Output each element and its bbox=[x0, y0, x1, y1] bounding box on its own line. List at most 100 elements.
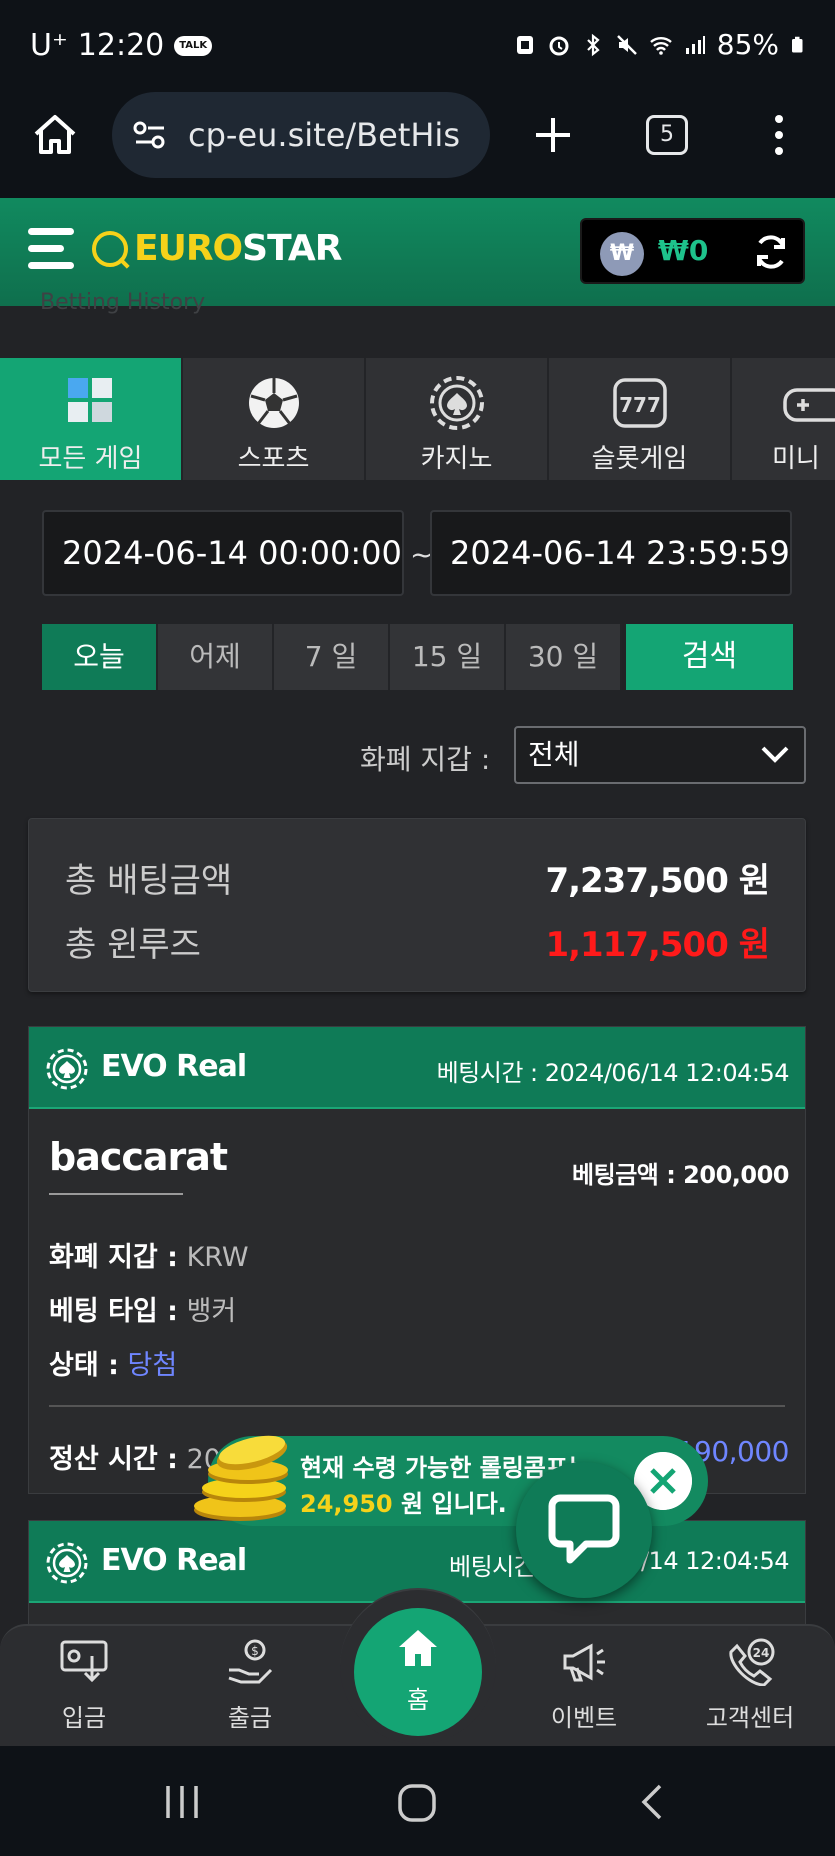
currency-select-value: 전체 bbox=[528, 738, 580, 771]
nav-label: 홈 bbox=[406, 1686, 430, 1714]
bet-type-row: 베팅 타입 : 뱅커 bbox=[49, 1289, 236, 1328]
nav-label: 이벤트 bbox=[550, 1704, 618, 1732]
new-tab-icon[interactable] bbox=[528, 110, 578, 160]
nav-events[interactable]: 이벤트 bbox=[524, 1626, 644, 1748]
range-15days-button[interactable]: 15 일 bbox=[390, 624, 506, 690]
system-home-icon[interactable] bbox=[396, 1782, 438, 1824]
tab-slots[interactable]: 777 슬롯게임 bbox=[549, 358, 732, 480]
range-7days-button[interactable]: 7 일 bbox=[274, 624, 390, 690]
cubes-icon bbox=[67, 378, 112, 422]
tab-mini[interactable]: 미니 bbox=[732, 358, 835, 480]
tab-label: 미니 bbox=[772, 444, 820, 474]
tab-all-games[interactable]: 모든 게임 bbox=[0, 358, 183, 480]
game-name: baccarat bbox=[49, 1135, 228, 1195]
range-30days-button[interactable]: 30 일 bbox=[506, 624, 622, 690]
currency-row: 화폐 지갑 : KRW bbox=[49, 1235, 249, 1274]
logo-mark-icon bbox=[92, 230, 128, 267]
casino-chip-icon bbox=[46, 1542, 88, 1584]
date-from-input[interactable]: 2024-06-14 00:00:00 bbox=[42, 510, 404, 596]
casino-chip-icon bbox=[429, 376, 484, 430]
toast-line2-suffix: 원 입니다. bbox=[400, 1490, 507, 1518]
talk-notification-icon: TALK bbox=[174, 35, 213, 56]
category-tabs: 모든 게임 스포츠 카지노 777 슬롯게임 미니 bbox=[0, 358, 835, 480]
svg-text:$: $ bbox=[251, 1644, 259, 1658]
nav-withdraw[interactable]: $ 출금 bbox=[190, 1626, 310, 1748]
search-button[interactable]: 검색 bbox=[626, 624, 793, 690]
bet-card[interactable]: EVO Real 베팅시간 : 2024/06/14 12:04:54 bacc… bbox=[28, 1026, 806, 1494]
refresh-icon[interactable] bbox=[751, 232, 791, 272]
chat-button[interactable] bbox=[516, 1462, 652, 1598]
menu-icon[interactable] bbox=[28, 228, 80, 276]
bet-type-label: 베팅 타입 : bbox=[49, 1296, 178, 1327]
won-currency-icon: ₩ bbox=[600, 232, 644, 276]
browser-toolbar: cp-eu.site/BetHis 5 bbox=[0, 92, 835, 198]
toast-line2: 24,950 원 입니다. bbox=[300, 1484, 507, 1519]
alarm-icon bbox=[549, 36, 569, 55]
system-nav-bar bbox=[0, 1746, 835, 1856]
back-icon[interactable] bbox=[634, 1782, 670, 1822]
status-row: 상태 : 당첨 bbox=[49, 1343, 177, 1382]
nav-support[interactable]: 24 고객센터 bbox=[690, 1626, 810, 1748]
range-yesterday-button[interactable]: 어제 bbox=[158, 624, 274, 690]
site-settings-icon[interactable] bbox=[132, 120, 168, 150]
nav-label: 고객센터 bbox=[705, 1704, 795, 1732]
wallet-balance-box: ₩ ₩0 bbox=[580, 218, 805, 284]
currency-filter-label: 화폐 지갑 : bbox=[360, 743, 491, 776]
home-icon bbox=[399, 1630, 437, 1666]
url-text: cp-eu.site/BetHis bbox=[188, 116, 460, 154]
site-logo[interactable]: EURO STAR bbox=[92, 228, 342, 269]
support-24-icon: 24 bbox=[729, 1638, 775, 1686]
battery-percent: 85% bbox=[716, 28, 779, 61]
recent-apps-icon[interactable] bbox=[162, 1782, 202, 1822]
toast-amount: 24,950 bbox=[300, 1490, 393, 1518]
currency-select[interactable]: 전체 bbox=[514, 726, 806, 784]
currency-row-value: KRW bbox=[186, 1242, 249, 1273]
total-winloss-label: 총 윈루즈 bbox=[65, 925, 201, 965]
more-menu-icon[interactable] bbox=[754, 110, 804, 160]
bet-amount: 베팅금액 : 200,000 bbox=[572, 1161, 789, 1189]
tab-label: 모든 게임 bbox=[38, 444, 143, 474]
total-bet-label: 총 배팅금액 bbox=[65, 861, 233, 901]
status-label: 상태 : bbox=[49, 1350, 119, 1381]
date-to-input[interactable]: 2024-06-14 23:59:59 bbox=[430, 510, 792, 596]
tab-switcher-button[interactable]: 5 bbox=[646, 115, 688, 155]
range-today-button[interactable]: 오늘 bbox=[42, 624, 158, 690]
chat-bubble-icon bbox=[548, 1494, 620, 1564]
status-icons: 85% bbox=[513, 28, 807, 61]
bluetooth-icon bbox=[586, 33, 600, 56]
nav-label: 출금 bbox=[227, 1704, 273, 1732]
bet-time: 베팅시간 : 2024/06/14 12:04:54 bbox=[436, 1059, 790, 1087]
tab-label: 슬롯게임 bbox=[591, 444, 688, 474]
tab-sports[interactable]: 스포츠 bbox=[183, 358, 366, 480]
card-divider bbox=[49, 1405, 785, 1407]
gold-coins-icon bbox=[194, 1435, 288, 1521]
nav-label: 입금 bbox=[61, 1704, 107, 1732]
signal-icon bbox=[685, 35, 705, 54]
status-value: 당첨 bbox=[127, 1350, 178, 1381]
status-bar: U⁺ 12:20 TALK 85% bbox=[0, 0, 835, 92]
battery-icon bbox=[792, 36, 803, 52]
summary-panel: 총 배팅금액 7,237,500 원 총 윈루즈 1,117,500 원 bbox=[28, 818, 806, 992]
currency-row-label: 화폐 지갑 : bbox=[49, 1242, 178, 1273]
screenshot-icon bbox=[516, 35, 533, 54]
total-bet-value: 7,237,500 원 bbox=[545, 861, 770, 901]
clock: 12:20 bbox=[77, 28, 165, 63]
total-winloss-value: 1,117,500 원 bbox=[545, 925, 770, 965]
carrier-label: U⁺ bbox=[30, 28, 68, 63]
gamepad-icon bbox=[783, 388, 835, 422]
settle-label: 정산 시간 : bbox=[49, 1444, 178, 1475]
withdraw-icon: $ bbox=[228, 1639, 273, 1684]
home-icon[interactable] bbox=[30, 110, 80, 160]
address-bar[interactable]: cp-eu.site/BetHis bbox=[112, 92, 490, 178]
svg-text:24: 24 bbox=[753, 1646, 770, 1660]
provider-name: EVO Real bbox=[101, 1049, 247, 1084]
soccer-ball-icon bbox=[248, 378, 299, 428]
nav-home[interactable]: 홈 bbox=[354, 1608, 482, 1736]
logo-text-euro: EURO bbox=[134, 228, 243, 269]
page-title: Betting History bbox=[40, 290, 206, 315]
tab-casino[interactable]: 카지노 bbox=[366, 358, 549, 480]
nav-deposit[interactable]: 입금 bbox=[24, 1626, 144, 1748]
bet-card-header: EVO Real 베팅시간 : 2024/06/14 12:04:54 bbox=[29, 1027, 805, 1109]
deposit-icon bbox=[60, 1640, 108, 1683]
svg-text:777: 777 bbox=[619, 393, 661, 417]
